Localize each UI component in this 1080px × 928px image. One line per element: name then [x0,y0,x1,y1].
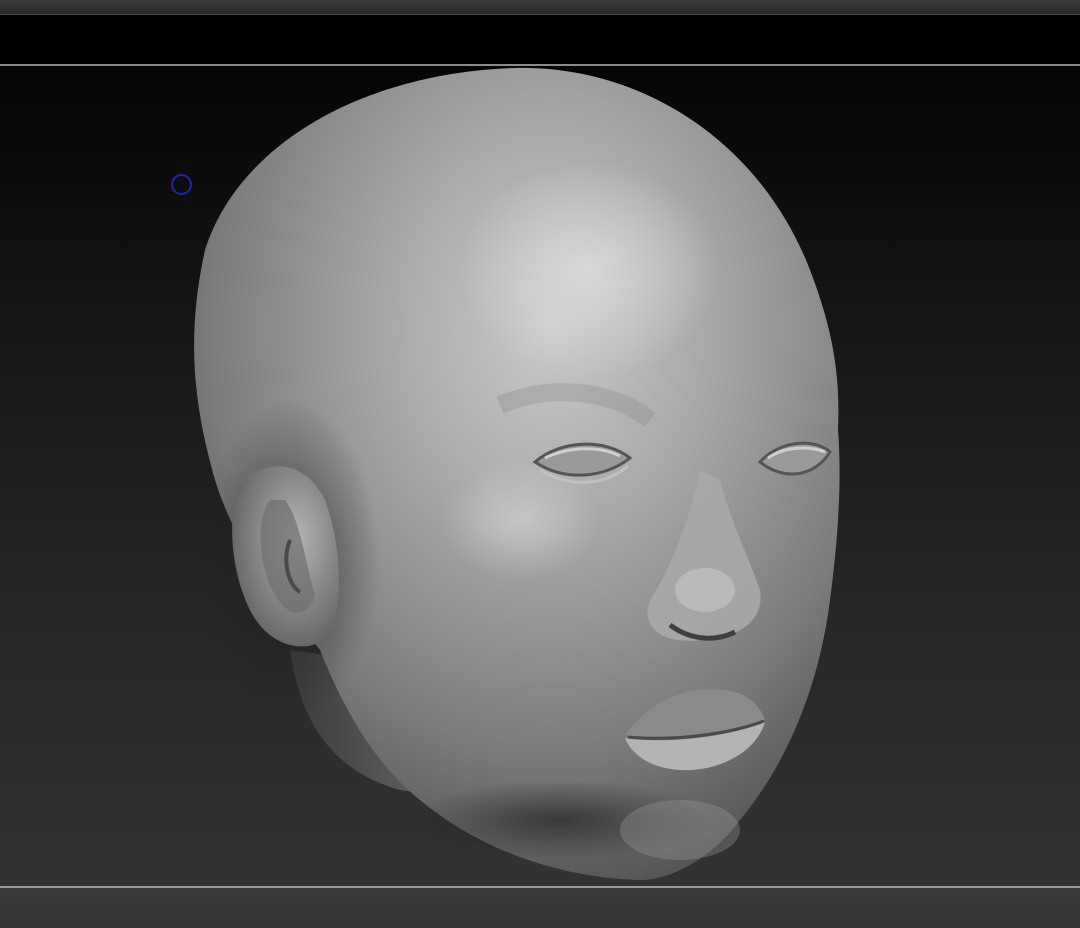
bottom-shelf[interactable] [0,888,1080,928]
sculpting-app-window [0,0,1080,928]
title-bar [0,0,1080,15]
top-toolbar[interactable] [0,15,1080,64]
brush-cursor-icon [171,174,192,195]
3d-viewport[interactable] [0,66,1080,886]
sculpted-head-model[interactable] [0,66,1080,886]
